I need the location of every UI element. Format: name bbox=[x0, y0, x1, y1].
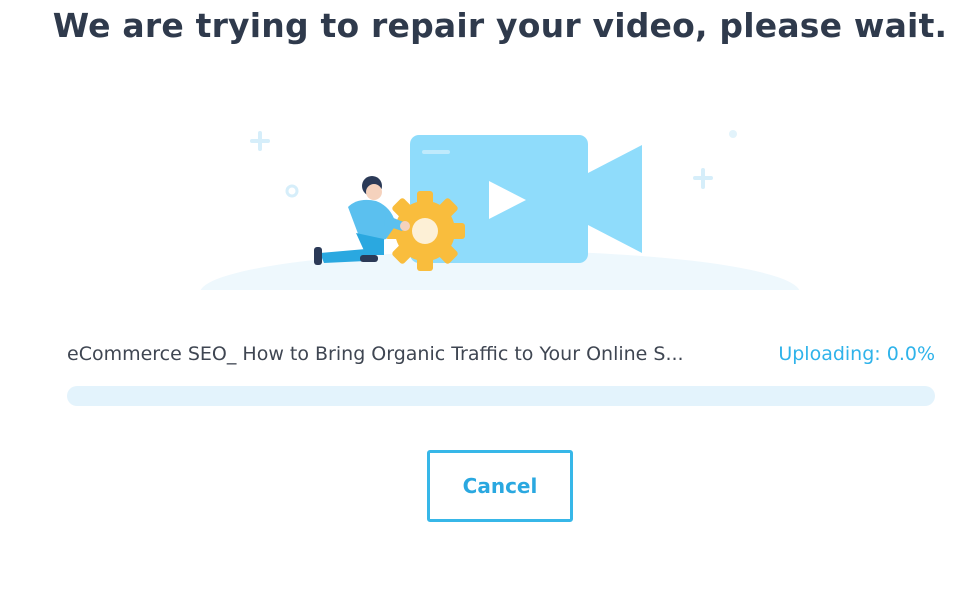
video-repair-illustration-graphic bbox=[200, 130, 800, 335]
dialog-title: We are trying to repair your video, plea… bbox=[52, 6, 948, 45]
upload-progress-bar bbox=[67, 386, 935, 406]
file-name-label: eCommerce SEO_ How to Bring Organic Traf… bbox=[67, 343, 684, 365]
bubble-icon bbox=[729, 130, 737, 138]
video-repair-illustration bbox=[200, 115, 800, 335]
repair-progress-dialog: We are trying to repair your video, plea… bbox=[0, 0, 975, 609]
bubble-icon bbox=[285, 184, 299, 198]
gear-icon bbox=[385, 191, 465, 271]
cancel-button[interactable]: Cancel bbox=[427, 450, 573, 522]
upload-status-text: Uploading: 0.0% bbox=[778, 343, 935, 365]
